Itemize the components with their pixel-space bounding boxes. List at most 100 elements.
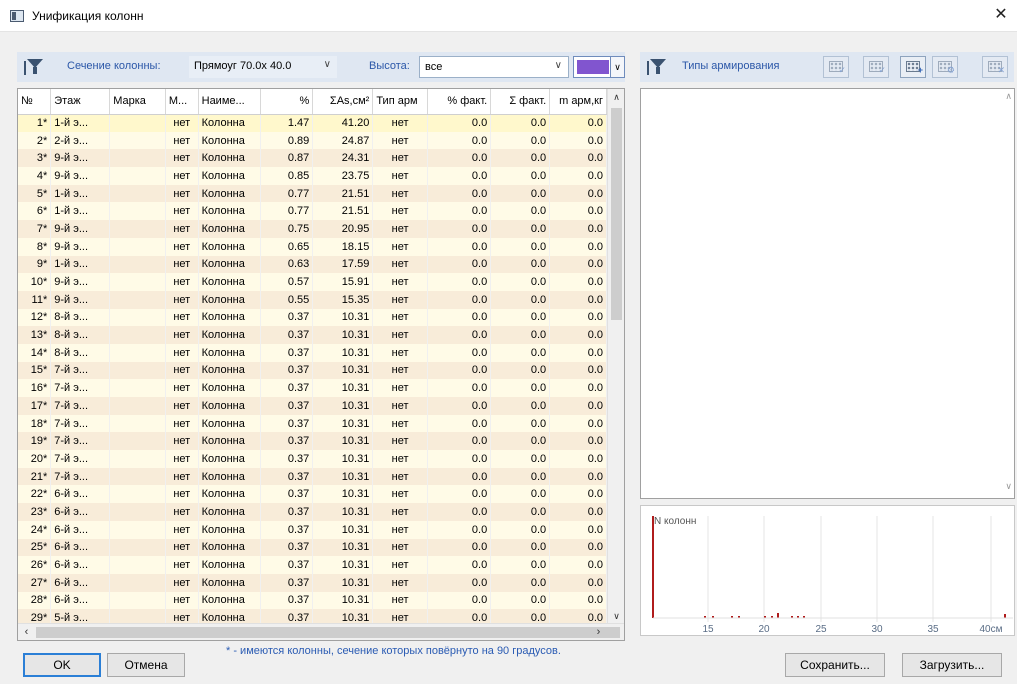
scroll-thumb[interactable] xyxy=(611,108,622,320)
table-cell xyxy=(109,520,166,539)
table-row[interactable]: 26* 6-й э... нет Колонна 0.37 10.31 нет 0.0 0.0 0… xyxy=(18,556,607,574)
table-cell: 10.31 xyxy=(312,503,374,521)
table-row[interactable]: 2* 2-й э... нет Колонна 0.89 24.87 нет 0.0 0.0 0.… xyxy=(18,131,607,150)
load-button[interactable]: Загрузить... xyxy=(902,653,1002,677)
columns-table[interactable]: № Этаж Марка М... Наиме...% ΣAs,см² Тип арм% ф… xyxy=(17,88,625,641)
hscroll-thumb[interactable] xyxy=(36,627,620,638)
table-row[interactable]: 1* 1-й э... нет Колонна 1.47 41.20 нет 0.0 0.0 0.… xyxy=(18,114,607,132)
scroll-down-icon[interactable]: ∨ xyxy=(1005,481,1012,492)
table-cell: 18* xyxy=(18,414,52,433)
table-cell: 7-й э... xyxy=(50,432,111,451)
table-row[interactable]: 28* 6-й э... нет Колонна 0.37 10.31 нет 0.0 0.0 0… xyxy=(18,591,607,610)
column-header[interactable]: № xyxy=(18,89,52,115)
table-cell: 1.47 xyxy=(260,114,314,132)
table-row[interactable]: 27* 6-й э... нет Колонна 0.37 10.31 нет 0.0 0.0 0… xyxy=(18,573,607,592)
column-header[interactable]: Наиме... xyxy=(198,89,261,115)
table-row[interactable]: 7* 9-й э... нет Колонна 0.75 20.95 нет 0.0 0.0 0.… xyxy=(18,220,607,238)
table-cell: 6-й э... xyxy=(50,485,111,504)
table-row[interactable]: 17* 7-й э... нет Колонна 0.37 10.31 нет 0.0 0.0 0… xyxy=(18,397,607,415)
column-header[interactable]: М... xyxy=(165,89,199,115)
table-row[interactable]: 22* 6-й э... нет Колонна 0.37 10.31 нет 0.0 0.0 0… xyxy=(18,485,607,504)
table-row[interactable]: 8* 9-й э... нет Колонна 0.65 18.15 нет 0.0 0.0 0.… xyxy=(18,237,607,256)
table-row[interactable]: 14* 8-й э... нет Колонна 0.37 10.31 нет 0.0 0.0 0… xyxy=(18,343,607,362)
table-cell xyxy=(109,290,166,309)
reinforcement-types-list[interactable]: ∧ ∨ xyxy=(640,88,1015,499)
column-header[interactable]: % факт. xyxy=(427,89,492,115)
check-type-icon[interactable]: ✓ xyxy=(863,56,889,78)
vertical-scrollbar[interactable]: ∧ ∨ xyxy=(607,89,624,625)
table-cell: 6-й э... xyxy=(50,520,111,539)
table-cell: нет xyxy=(165,379,199,397)
cancel-button[interactable]: Отмена xyxy=(107,653,185,677)
horizontal-scrollbar[interactable]: ‹ › xyxy=(18,623,624,640)
section-select[interactable]: Прямоуг 70.0x 40.0 ∨ xyxy=(189,56,337,78)
table-row[interactable]: 10* 9-й э... нет Колонна 0.57 15.91 нет 0.0 0.0 0… xyxy=(18,273,607,291)
column-header[interactable]: ΣAs,см² xyxy=(312,89,374,115)
column-header[interactable]: m арм,кг xyxy=(549,89,607,115)
column-header[interactable]: Марка xyxy=(109,89,166,115)
table-cell: Колонна xyxy=(198,591,261,610)
table-cell: 1-й э... xyxy=(50,255,111,274)
height-select[interactable]: все ∨ xyxy=(419,56,569,78)
scroll-left-icon[interactable]: ‹ xyxy=(18,624,35,640)
table-row[interactable]: 6* 1-й э... нет Колонна 0.77 21.51 нет 0.0 0.0 0.… xyxy=(18,202,607,221)
column-header[interactable]: Этаж xyxy=(50,89,111,115)
table-cell: 0.0 xyxy=(549,556,607,574)
color-swatch xyxy=(577,60,609,74)
table-row[interactable]: 16* 7-й э... нет Колонна 0.37 10.31 нет 0.0 0.0 0… xyxy=(18,379,607,397)
add-type-icon[interactable]: + xyxy=(900,56,926,78)
scroll-up-icon[interactable]: ∧ xyxy=(1005,91,1012,102)
histogram-tick-label: 15 xyxy=(702,624,714,635)
column-header[interactable]: Тип арм xyxy=(372,89,428,115)
table-row[interactable]: 9* 1-й э... нет Колонна 0.63 17.59 нет 0.0 0.0 0.… xyxy=(18,255,607,274)
table-row[interactable]: 18* 7-й э... нет Колонна 0.37 10.31 нет 0.0 0.0 0… xyxy=(18,414,607,433)
table-row[interactable]: 21* 7-й э... нет Колонна 0.37 10.31 нет 0.0 0.0 0… xyxy=(18,467,607,486)
table-cell: 0.0 xyxy=(549,414,607,433)
table-cell: 0.85 xyxy=(260,167,314,185)
delete-type-icon[interactable]: ✕ xyxy=(982,56,1008,78)
table-cell: 0.0 xyxy=(427,149,492,168)
column-header[interactable]: Σ факт. xyxy=(490,89,551,115)
table-cell: 0.0 xyxy=(549,167,607,185)
table-row[interactable]: 20* 7-й э... нет Колонна 0.37 10.31 нет 0.0 0.0 0… xyxy=(18,450,607,468)
table-row[interactable]: 24* 6-й э... нет Колонна 0.37 10.31 нет 0.0 0.0 0… xyxy=(18,520,607,539)
table-row[interactable]: 11* 9-й э... нет Колонна 0.55 15.35 нет 0.0 0.0 0… xyxy=(18,290,607,309)
table-row[interactable]: 5* 1-й э... нет Колонна 0.77 21.51 нет 0.0 0.0 0.… xyxy=(18,184,607,203)
table-row[interactable]: 25* 6-й э... нет Колонна 0.37 10.31 нет 0.0 0.0 0… xyxy=(18,538,607,557)
table-cell: 6-й э... xyxy=(50,591,111,610)
section-select-value: Прямоуг 70.0x 40.0 xyxy=(194,60,292,72)
column-header[interactable]: % xyxy=(260,89,314,115)
scroll-right-icon[interactable]: › xyxy=(590,624,607,640)
close-icon[interactable]: ✕ xyxy=(993,6,1009,24)
table-row[interactable]: 13* 8-й э... нет Колонна 0.37 10.31 нет 0.0 0.0 0… xyxy=(18,326,607,344)
settings-type-icon[interactable]: ⚙ xyxy=(932,56,958,78)
footnote: * - имеются колонны, сечение которых пов… xyxy=(226,645,561,657)
ok-button[interactable]: OK xyxy=(23,653,101,677)
table-cell: 0.0 xyxy=(490,167,551,185)
table-row[interactable]: 3* 9-й э... нет Колонна 0.87 24.31 нет 0.0 0.0 0.… xyxy=(18,149,607,168)
table-cell: 27* xyxy=(18,573,52,592)
color-select[interactable]: ∨ xyxy=(573,56,625,78)
filter-icon[interactable] xyxy=(23,55,47,79)
table-row[interactable]: 23* 6-й э... нет Колонна 0.37 10.31 нет 0.0 0.0 0… xyxy=(18,503,607,521)
chevron-down-icon: ∨ xyxy=(554,60,562,71)
table-cell: 0.57 xyxy=(260,273,314,291)
table-cell: нет xyxy=(372,414,428,433)
table-cell: нет xyxy=(165,184,199,203)
assign-type-icon[interactable]: ✓ xyxy=(823,56,849,78)
table-row[interactable]: 12* 8-й э... нет Колонна 0.37 10.31 нет 0.0 0.0 0… xyxy=(18,308,607,327)
table-cell: 0.37 xyxy=(260,397,314,415)
table-cell: 0.63 xyxy=(260,255,314,274)
table-cell: 7-й э... xyxy=(50,397,111,415)
table-cell xyxy=(109,591,166,610)
table-row[interactable]: 15* 7-й э... нет Колонна 0.37 10.31 нет 0.0 0.0 0… xyxy=(18,361,607,380)
save-button[interactable]: Сохранить... xyxy=(785,653,885,677)
filter-icon[interactable] xyxy=(646,55,670,79)
table-cell: нет xyxy=(165,149,199,168)
scroll-up-icon[interactable]: ∧ xyxy=(608,89,624,106)
table-cell: 0.0 xyxy=(490,467,551,486)
table-cell: 0.0 xyxy=(427,467,492,486)
table-cell: 0.0 xyxy=(549,202,607,221)
table-row[interactable]: 19* 7-й э... нет Колонна 0.37 10.31 нет 0.0 0.0 0… xyxy=(18,432,607,451)
table-row[interactable]: 4* 9-й э... нет Колонна 0.85 23.75 нет 0.0 0.0 0.… xyxy=(18,167,607,185)
